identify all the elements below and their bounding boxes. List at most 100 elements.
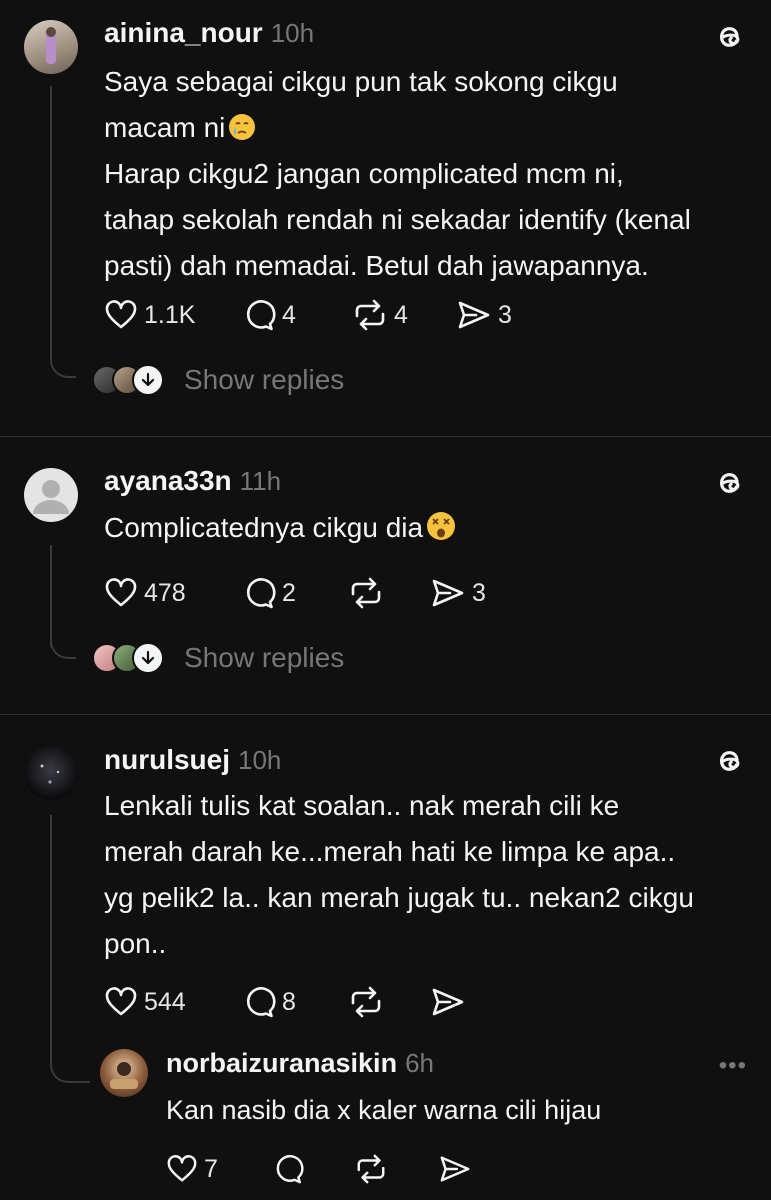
username-row: ayana33n 11h: [104, 465, 281, 497]
username[interactable]: ainina_nour: [104, 17, 263, 48]
post-body: Lenkali tulis kat soalan.. nak merah cil…: [104, 783, 754, 967]
post-line: Complicatednya cikgu dia: [104, 512, 424, 543]
repost-count: 4: [394, 300, 408, 329]
share-button[interactable]: 3: [456, 298, 512, 332]
username[interactable]: ayana33n: [104, 465, 232, 496]
send-icon: [432, 988, 464, 1016]
post-nurulsuej: nurulsuej 10h Lenkali tulis kat soalan.. …: [0, 715, 771, 1200]
arrow-down-icon[interactable]: [132, 364, 164, 396]
heart-icon: [105, 987, 137, 1016]
like-button[interactable]: 544: [104, 985, 186, 1019]
send-icon: [458, 301, 490, 329]
send-icon: [440, 1156, 470, 1182]
comment-icon: [246, 987, 276, 1018]
crying-face-icon: [229, 114, 256, 140]
post-time: 11h: [239, 466, 282, 496]
repost-button[interactable]: [348, 985, 384, 1019]
comment-button[interactable]: 2: [242, 576, 296, 610]
post-body: Saya sebagai cikgu pun tak sokong cikgu …: [104, 59, 754, 289]
threads-logo-icon[interactable]: [713, 744, 747, 778]
reply-repost-button[interactable]: [354, 1153, 388, 1185]
show-replies-row[interactable]: Show replies: [92, 364, 344, 396]
like-button[interactable]: 478: [104, 576, 186, 610]
username-row: nurulsuej 10h: [104, 744, 281, 776]
like-count: 1.1K: [144, 300, 196, 329]
username-row: ainina_nour 10h: [104, 17, 314, 49]
show-replies-link[interactable]: Show replies: [184, 364, 344, 396]
show-replies-link[interactable]: Show replies: [184, 642, 344, 674]
avatar-photo: [46, 27, 56, 64]
reply-time: 6h: [405, 1048, 434, 1078]
thread-line: [50, 815, 52, 1043]
post-line: Saya sebagai cikgu pun tak sokong cikgu: [104, 66, 618, 97]
post-time: 10h: [238, 745, 282, 775]
like-count: 544: [144, 987, 186, 1016]
thread-line: [50, 545, 52, 647]
avatar[interactable]: [24, 746, 78, 800]
reply-username[interactable]: norbaizuranasikin: [166, 1048, 397, 1078]
like-button[interactable]: 1.1K: [104, 298, 195, 332]
post-line: Harap cikgu2 jangan complicated mcm ni,: [104, 158, 624, 189]
post-line: Lenkali tulis kat soalan.. nak merah cil…: [104, 790, 620, 821]
reply-like-button[interactable]: 7: [166, 1153, 218, 1185]
show-replies-row[interactable]: Show replies: [92, 642, 344, 674]
reply-username-row: norbaizuranasikin 6h: [166, 1048, 434, 1079]
comment-count: 2: [282, 578, 296, 607]
reply-share-button[interactable]: [438, 1153, 472, 1185]
repost-button[interactable]: 4: [352, 298, 408, 332]
avatar-photo: [110, 1062, 138, 1089]
avatar-photo: [40, 764, 60, 784]
post-line: yg pelik2 la.. kan merah jugak tu.. neka…: [104, 882, 694, 913]
post-ayana: ayana33n 11h Complicatednya cikgu dia 478…: [0, 437, 771, 715]
comment-count: 8: [282, 987, 296, 1016]
thread-curve: [50, 1043, 90, 1083]
post-line: tahap sekolah rendah ni sekadar identify…: [104, 204, 691, 235]
username[interactable]: nurulsuej: [104, 744, 230, 775]
share-count: 3: [472, 578, 486, 607]
comment-count: 4: [282, 300, 296, 329]
post-line-with-emoji: Complicatednya cikgu dia: [104, 505, 754, 551]
post-body: Complicatednya cikgu dia: [104, 505, 754, 551]
arrow-down-icon[interactable]: [132, 642, 164, 674]
comment-icon: [276, 1154, 304, 1184]
heart-icon: [167, 1155, 197, 1182]
reply-comment-button[interactable]: [272, 1153, 304, 1185]
comment-button[interactable]: 8: [242, 985, 296, 1019]
reply-avatar[interactable]: [100, 1049, 148, 1097]
heart-icon: [105, 300, 137, 329]
comment-icon: [246, 300, 276, 331]
reply-line: Kan nasib dia x kaler warna cili hijau: [166, 1095, 602, 1125]
more-options-icon[interactable]: •••: [719, 1052, 747, 1080]
thread-curve: [50, 356, 76, 378]
heart-icon: [105, 578, 137, 607]
post-ainina: ainina_nour 10h Saya sebagai cikgu pun ta…: [0, 0, 771, 436]
repost-icon: [351, 986, 381, 1018]
comment-button[interactable]: 4: [242, 298, 296, 332]
post-line: macam ni: [104, 112, 226, 143]
post-line-with-emoji: macam ni: [104, 105, 754, 151]
repost-icon: [355, 299, 385, 331]
default-avatar-icon: [33, 480, 69, 514]
comment-icon: [246, 578, 276, 609]
reply-body: Kan nasib dia x kaler warna cili hijau: [166, 1087, 746, 1133]
post-line: merah darah ke...merah hati ke limpa ke …: [104, 836, 676, 867]
repost-button[interactable]: [348, 576, 384, 610]
thread-line: [50, 86, 52, 356]
like-count: 478: [144, 578, 186, 607]
share-button[interactable]: 3: [430, 576, 486, 610]
repost-icon: [357, 1154, 385, 1184]
threads-logo-icon[interactable]: [713, 466, 747, 500]
share-count: 3: [498, 300, 512, 329]
threads-logo-icon[interactable]: [713, 20, 747, 54]
reply-like-count: 7: [204, 1154, 218, 1183]
avatar[interactable]: [24, 468, 78, 522]
post-time: 10h: [270, 18, 315, 48]
thread-curve: [50, 637, 76, 659]
post-line: pon..: [104, 928, 167, 959]
post-line: pasti) dah memadai. Betul dah jawapannya…: [104, 250, 649, 281]
share-button[interactable]: [430, 985, 466, 1019]
dizzy-face-icon: [427, 512, 456, 540]
avatar[interactable]: [24, 20, 78, 74]
repost-icon: [351, 577, 381, 609]
send-icon: [432, 579, 464, 607]
